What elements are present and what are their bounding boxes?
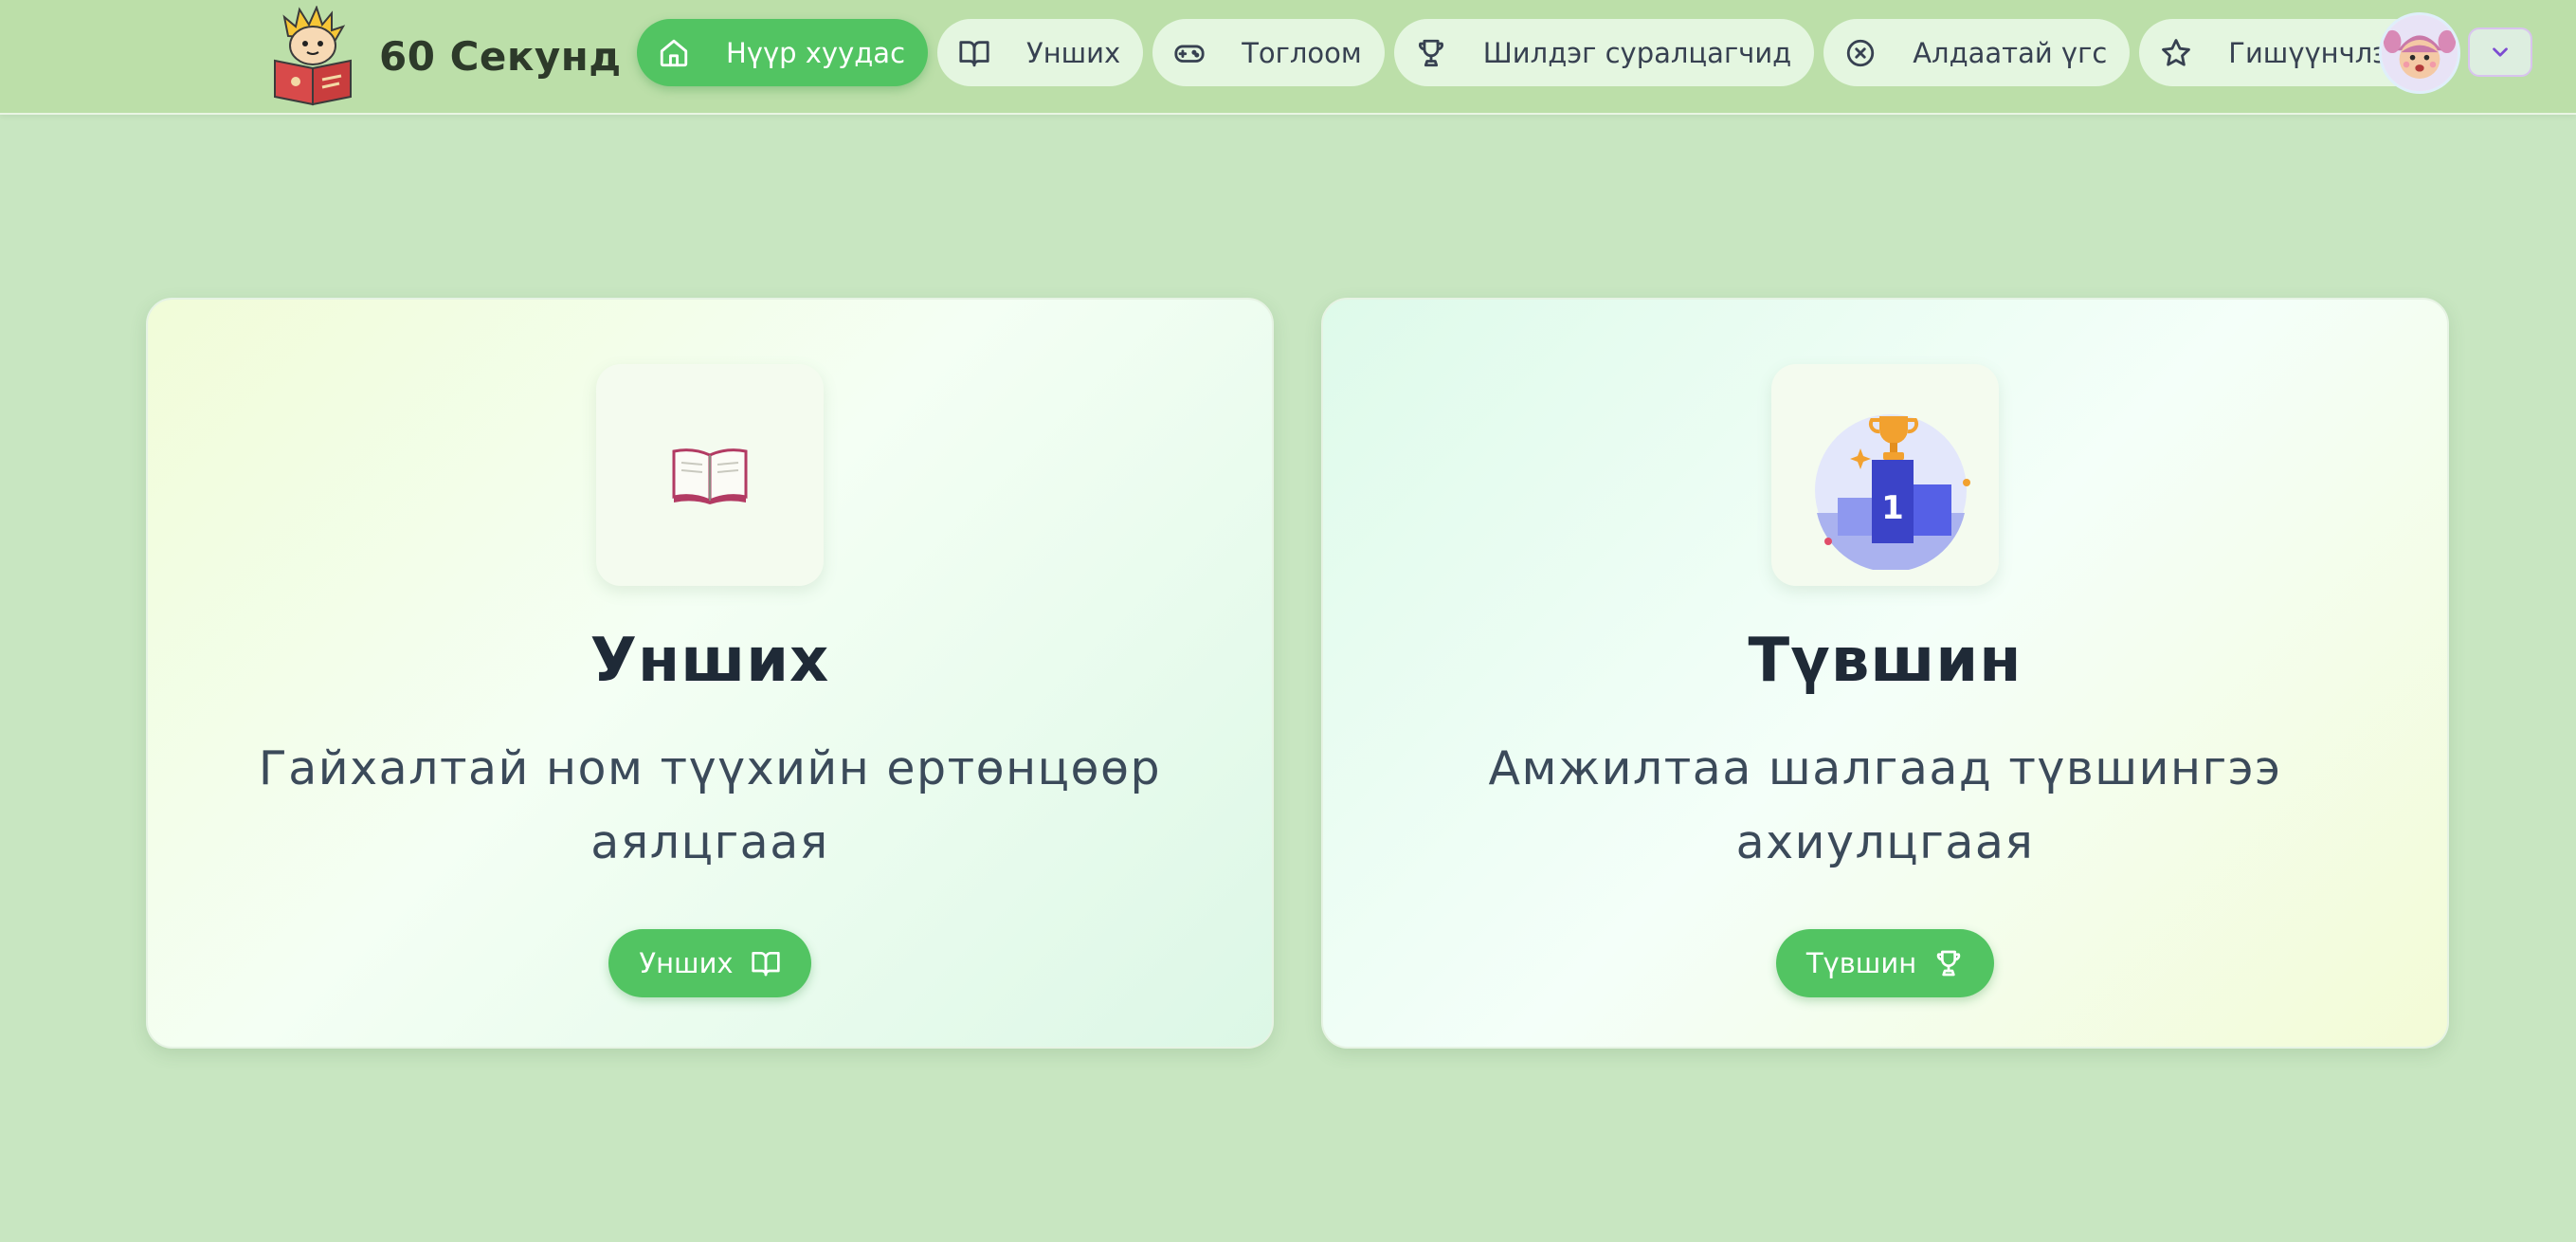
svg-text:1: 1 (1881, 489, 1904, 527)
main-nav: Нүүр хуудас Унших Тоглоом Шилдэг суралца… (637, 19, 2428, 86)
card-description: Амжилтаа шалгаад түвшингээ ахиулцгаая (1488, 741, 2282, 870)
nav-item-reading[interactable]: Унших (937, 19, 1144, 86)
gamepad-icon (1174, 45, 1205, 63)
book-icon (959, 40, 989, 66)
reading-button[interactable]: Унших (608, 929, 811, 998)
card-title: Унших (590, 626, 830, 696)
book-icon (751, 952, 780, 977)
nav-item-games[interactable]: Тоглоом (1152, 19, 1385, 86)
nav-item-label: Алдаатай үгс (1913, 36, 2108, 69)
level-button[interactable]: Түвшин (1775, 929, 1995, 998)
nav-item-label: Нүүр хуудас (726, 36, 906, 69)
level-illustration-tile: 1 (1771, 364, 1999, 586)
button-label: Унших (639, 947, 734, 980)
nav-item-home[interactable]: Нүүр хуудас (637, 19, 929, 86)
level-card: 1 Түвшин Амжилтаа шалгаад түвшингээ ахиу… (1321, 298, 2449, 1049)
nav-item-label: Унших (1026, 36, 1121, 69)
star-icon (2162, 38, 2191, 66)
trophy-icon (1936, 951, 1961, 977)
nav-item-label: Шилдэг суралцагчид (1482, 36, 1792, 69)
chevron-down-icon (2493, 47, 2508, 57)
user-menu-button[interactable] (2468, 27, 2532, 77)
card-title: Түвшин (1748, 626, 2023, 696)
nav-item-top-learners[interactable]: Шилдэг суралцагчид (1393, 19, 1815, 86)
button-label: Түвшин (1805, 947, 1917, 980)
x-circle-icon (1847, 39, 1875, 66)
podium-trophy-icon: 1 (1815, 414, 1970, 570)
top-navbar: 60 Секунд Нүүр хуудас Унших Тоглоом Шилд… (0, 0, 2576, 115)
trophy-icon (1418, 39, 1443, 66)
reading-illustration-tile (596, 364, 824, 586)
nav-item-label: Тоглоом (1242, 36, 1362, 69)
reading-card: Унших Гайхалтай ном түүхийн ертөнцөөр ая… (146, 298, 1274, 1049)
avatar[interactable] (2379, 12, 2460, 94)
card-description: Гайхалтай ном түүхийн ертөнцөөр аялцгаая (258, 741, 1162, 870)
nav-item-mistake-words[interactable]: Алдаатай үгс (1823, 19, 2131, 86)
open-book-icon (672, 448, 748, 504)
brand[interactable]: 60 Секунд (267, 6, 622, 106)
home-icon (660, 39, 688, 66)
brand-name: 60 Секунд (379, 32, 622, 80)
girl-avatar-icon (2382, 15, 2458, 91)
reading-kid-logo-icon (274, 6, 352, 106)
